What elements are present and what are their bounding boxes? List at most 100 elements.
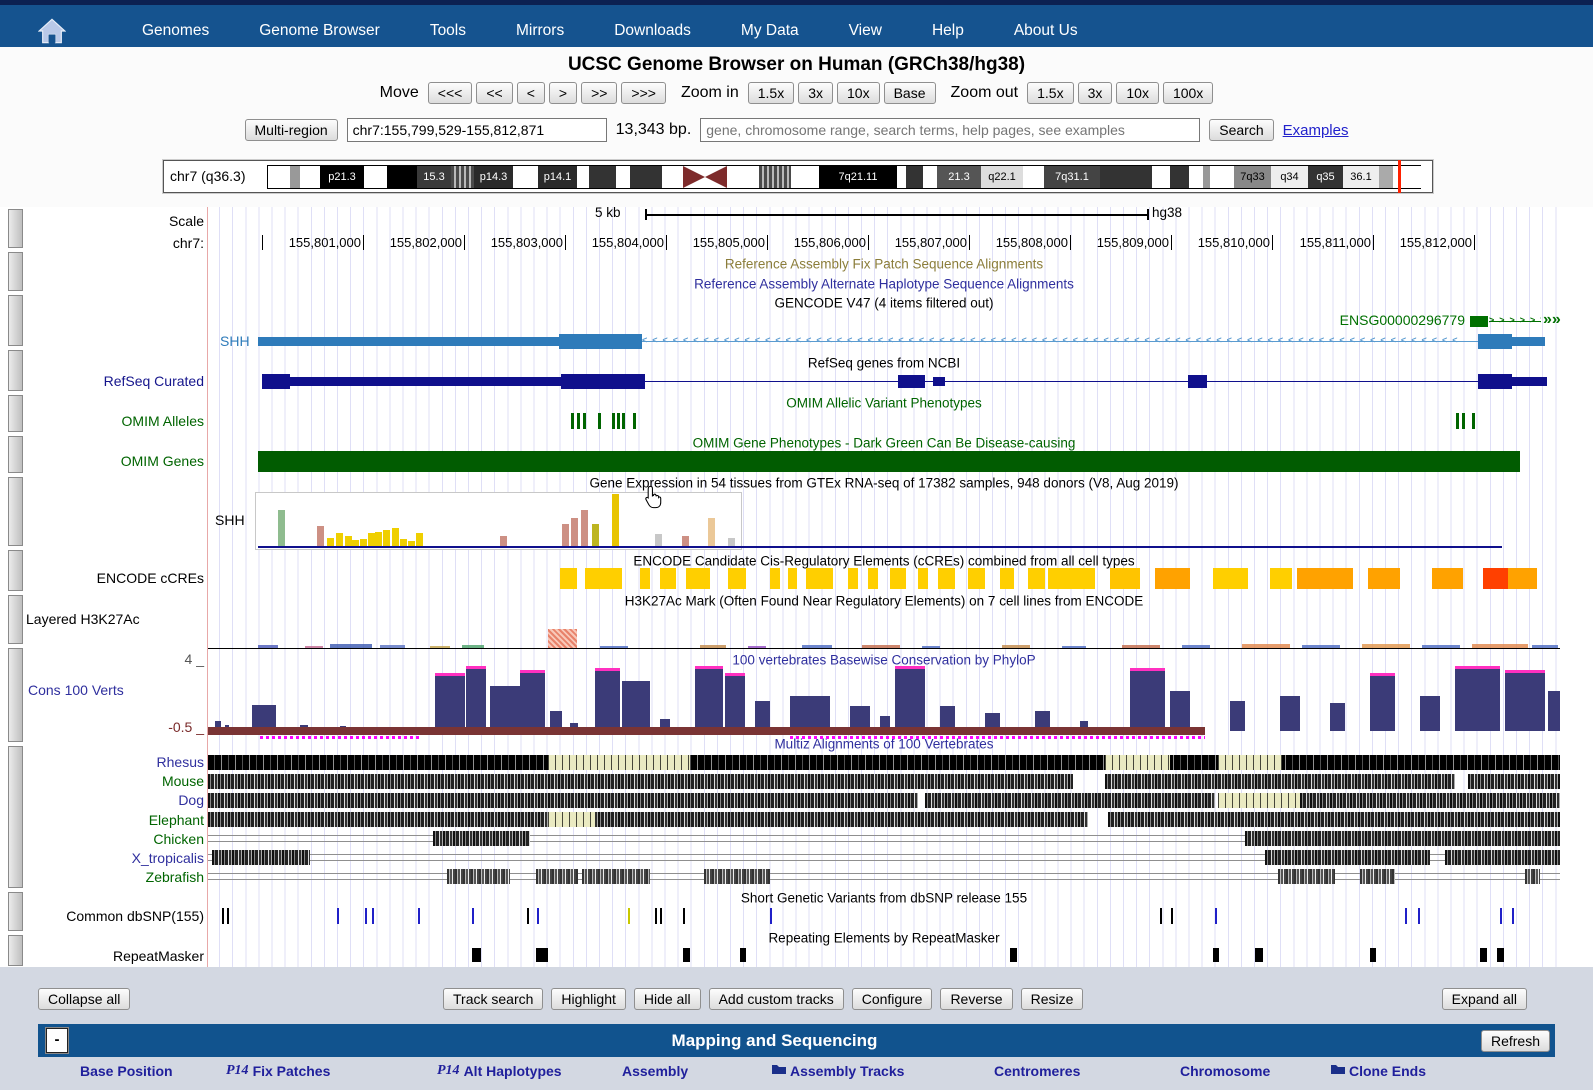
multiz-alignment-Zebrafish[interactable] [1278,869,1335,884]
repeatmasker-element[interactable] [1480,948,1487,962]
ccre-element[interactable] [585,568,622,589]
ccre-element[interactable] [918,568,928,589]
track-label-4-[interactable]: 4 _ [185,651,204,667]
multiz-alignment-Elephant[interactable] [208,812,1088,827]
reverse-button[interactable]: Reverse [940,988,1012,1010]
track-drag-handle[interactable] [8,935,23,966]
track-center-title[interactable]: OMIM Allelic Variant Phenotypes [786,396,982,411]
highlight-button[interactable]: Highlight [551,988,625,1010]
gencode-shh-exon[interactable] [1478,334,1512,349]
track-center-title[interactable]: OMIM Gene Phenotypes - Dark Green Can Be… [693,436,1076,451]
omim-gene-bar[interactable] [258,451,1520,472]
gencode-shh-exon[interactable] [559,334,642,349]
multiz-alignment-X_tropicalis[interactable] [1265,850,1430,865]
track-drag-handle[interactable] [8,648,23,742]
track-label-rhesus[interactable]: Rhesus [157,754,204,770]
refresh-button[interactable]: Refresh [1481,1030,1550,1052]
gtex-expression-bar[interactable] [360,539,367,546]
ccre-element[interactable] [890,568,906,589]
repeatmasker-element[interactable] [740,948,746,962]
multiz-alignment-Rhesus[interactable] [208,755,1560,770]
repeatmasker-element[interactable] [683,948,690,962]
h3k27ac-peak[interactable] [548,629,577,648]
omim-allele-tick[interactable] [1472,413,1475,429]
track-link-fix-patches[interactable]: P14 Fix Patches [226,1063,330,1079]
gtex-expression-bar[interactable] [581,510,588,546]
multiz-alignment-Chicken[interactable] [1245,831,1560,846]
track-center-title[interactable]: H3K27Ac Mark (Often Found Near Regulator… [625,594,1143,609]
configure-button[interactable]: Configure [852,988,933,1010]
track-drag-handle[interactable] [8,395,23,432]
track-link-alt-haplotypes[interactable]: P14 Alt Haplotypes [437,1063,562,1079]
track-center-title[interactable]: Reference Assembly Alternate Haplotype S… [694,277,1074,292]
add-custom-tracks-button[interactable]: Add custom tracks [709,988,844,1010]
dbsnp-variant-tick[interactable] [227,908,229,924]
multiz-alignment-Zebrafish[interactable] [536,869,578,884]
omim-allele-tick[interactable] [612,413,615,429]
track-label-layered-h3k27ac[interactable]: Layered H3K27Ac [26,611,140,627]
omim-allele-tick[interactable] [1456,413,1459,429]
track-label-common-dbsnp-155-[interactable]: Common dbSNP(155) [66,908,204,924]
refseq-intron-line[interactable] [645,381,1478,382]
gtex-expression-bar[interactable] [400,539,407,546]
repeatmasker-element[interactable] [1213,948,1219,962]
track-label-x-tropicalis[interactable]: X_tropicalis [132,850,204,866]
track-label-repeatmasker[interactable]: RepeatMasker [113,948,204,964]
gencode-shh-intron-arrows[interactable]: <<<<<<<<<<<<<<<<<<<<<<<<<<<<<<<<<<<<<<<<… [642,335,1478,347]
repeatmasker-element[interactable] [536,948,548,962]
ccre-element[interactable] [1028,568,1045,589]
dbsnp-variant-tick[interactable] [1215,908,1217,924]
ccre-element[interactable] [1368,568,1400,589]
ccre-element[interactable] [848,568,858,589]
ccre-element[interactable] [1297,568,1353,589]
track-drag-handle[interactable] [8,892,23,931]
track-center-title[interactable]: GENCODE V47 (4 items filtered out) [774,296,993,311]
gtex-expression-bar[interactable] [500,536,507,546]
multiz-alignment-X_tropicalis[interactable] [212,850,310,865]
omim-allele-tick[interactable] [577,413,580,429]
repeatmasker-element[interactable] [1497,948,1504,962]
track-search-button[interactable]: Track search [443,988,543,1010]
dbsnp-variant-tick[interactable] [660,908,662,924]
refseq-exon[interactable] [1512,377,1547,386]
track-link-base-position[interactable]: Base Position [80,1063,173,1079]
multiz-alignment-Dog[interactable] [925,793,1215,808]
track-link-chromosome[interactable]: Chromosome [1180,1063,1270,1079]
dbsnp-variant-tick[interactable] [222,908,224,924]
multiz-alignment-Mouse[interactable] [208,774,1073,789]
repeatmasker-element[interactable] [472,948,481,962]
track-link-centromeres[interactable]: Centromeres [994,1063,1080,1079]
dbsnp-variant-tick[interactable] [1500,908,1502,924]
omim-allele-tick[interactable] [622,413,625,429]
multiz-alignment-Dog[interactable] [1300,793,1560,808]
multiz-alignment-Mouse[interactable] [1105,774,1455,789]
repeatmasker-element[interactable] [1370,948,1376,962]
multiz-alignment-Mouse[interactable] [1468,774,1560,789]
ensg-gene-box[interactable] [1470,316,1488,327]
track-drag-handle[interactable] [8,436,23,473]
dbsnp-variant-tick[interactable] [770,908,772,924]
refseq-exon[interactable] [290,377,561,386]
omim-allele-tick[interactable] [571,413,574,429]
resize-button[interactable]: Resize [1021,988,1084,1010]
omim-allele-tick[interactable] [598,413,601,429]
multiz-alignment-Dog[interactable] [208,793,918,808]
track-drag-handle[interactable] [8,209,23,248]
gtex-expression-bar[interactable] [278,510,285,546]
multiz-alignment-Chicken[interactable] [433,831,530,846]
track-label-encode-ccres[interactable]: ENCODE cCREs [97,570,204,586]
dbsnp-variant-tick[interactable] [365,908,367,924]
ccre-element[interactable] [788,568,797,589]
gtex-expression-bar[interactable] [327,538,334,546]
ccre-element[interactable] [1155,568,1190,589]
ccre-element[interactable] [1508,568,1537,589]
ccre-element[interactable] [938,568,955,589]
track-label-zebrafish[interactable]: Zebrafish [146,869,204,885]
gtex-expression-bar[interactable] [392,528,399,546]
dbsnp-variant-tick[interactable] [372,908,374,924]
repeatmasker-element[interactable] [1010,948,1017,962]
track-center-title[interactable]: Repeating Elements by RepeatMasker [768,931,999,946]
multiz-alignment-Zebrafish[interactable] [447,869,510,884]
ensg-gene-label[interactable]: ENSG00000296779 [1340,312,1465,328]
multiz-alignment-Elephant[interactable] [1108,812,1560,827]
